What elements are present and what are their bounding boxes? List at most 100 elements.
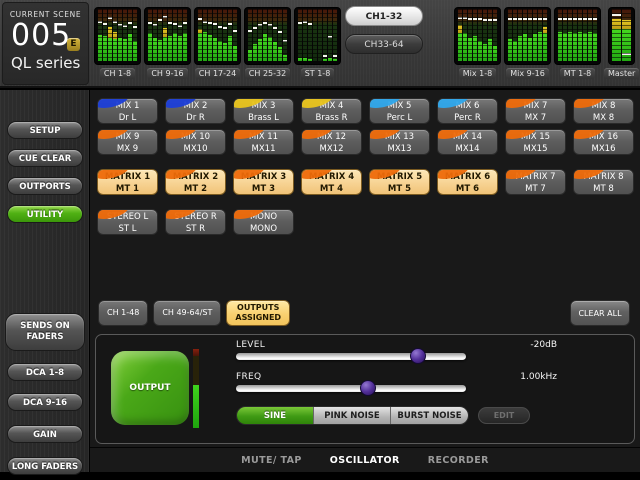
- meter-segment-overlay: [578, 9, 582, 61]
- meter-segment-overlay: [128, 9, 132, 61]
- freq-knob[interactable]: [360, 380, 376, 396]
- assign-button-matrix-7[interactable]: MATRIX 7MT 7: [505, 169, 566, 195]
- assign-button-matrix-2[interactable]: MATRIX 2MT 2: [165, 169, 226, 195]
- bank-button-ch33-64[interactable]: CH33-64: [345, 34, 423, 54]
- meter-group-mix-1-8[interactable]: Mix 1-8: [454, 7, 501, 79]
- assign-button-matrix-8[interactable]: MATRIX 8MT 8: [573, 169, 634, 195]
- assign-button-matrix-5[interactable]: MATRIX 5MT 5: [369, 169, 430, 195]
- meter-group-label: Mix 1-8: [459, 68, 496, 79]
- assign-button-mix-6[interactable]: MIX 6Perc R: [437, 98, 498, 124]
- meter-segment-overlay: [473, 9, 477, 61]
- meter-bar: [588, 9, 592, 61]
- meter-segment-overlay: [508, 9, 512, 61]
- assign-button-mix-1[interactable]: MIX 1Dr L: [97, 98, 158, 124]
- sidebar-item-gain[interactable]: GAIN: [7, 425, 83, 443]
- assign-button-mix-10[interactable]: MIX 10MX10: [165, 129, 226, 155]
- sidebar-item-dca-9-16[interactable]: DCA 9-16: [7, 393, 83, 411]
- tab-mute-tap[interactable]: MUTE/ TAP: [241, 455, 302, 466]
- meter-bar: [298, 9, 302, 61]
- filter-tab-ch-49-64-st[interactable]: CH 49-64/ST: [153, 300, 221, 326]
- assign-button-mix-2[interactable]: MIX 2Dr R: [165, 98, 226, 124]
- meter-group-mt-1-8[interactable]: MT 1-8: [554, 7, 601, 79]
- assign-button-mix-7[interactable]: MIX 7MX 7: [505, 98, 566, 124]
- freq-slider[interactable]: [236, 385, 466, 392]
- meter-bar: [108, 9, 112, 61]
- filter-tab-outputs-assigned[interactable]: OUTPUTSASSIGNED: [226, 300, 290, 326]
- meter-bar: [513, 9, 517, 61]
- assign-button-mono[interactable]: MONOMONO: [233, 209, 294, 235]
- meter-segment-overlay: [323, 9, 327, 61]
- console-model: QL series: [3, 54, 88, 72]
- assign-button-channel: MX15: [506, 143, 565, 155]
- meter-segment-overlay: [218, 9, 222, 61]
- assign-button-channel: MX 8: [574, 112, 633, 124]
- assign-button-mix-11[interactable]: MIX 11MX11: [233, 129, 294, 155]
- assign-button-mix-4[interactable]: MIX 4Brass R: [301, 98, 362, 124]
- meter-group-mix-9-16[interactable]: Mix 9-16: [504, 7, 551, 79]
- input-meter-groups: CH 1-8 CH 9-16 CH 17-24CH 25-32ST 1-8: [94, 7, 341, 79]
- assign-button-channel: MT 6: [438, 183, 497, 195]
- assign-grid-row-1: MIX 1Dr L MIX 2Dr R MIX 3Brass L MIX 4Brass…: [97, 98, 634, 124]
- assign-button-matrix-6[interactable]: MATRIX 6MT 6: [437, 169, 498, 195]
- meter-group-ch-9-16[interactable]: CH 9-16: [144, 7, 191, 79]
- mode-button-pink-noise[interactable]: PINK NOISE: [314, 407, 391, 424]
- assign-button-mix-16[interactable]: MIX 16MX16: [573, 129, 634, 155]
- sidebar-item-cue-clear[interactable]: CUE CLEAR: [7, 149, 83, 167]
- oscillator-output-button[interactable]: OUTPUT: [111, 351, 189, 425]
- edit-button[interactable]: EDIT: [478, 407, 530, 424]
- sidebar-item-outports[interactable]: OUTPORTS: [7, 177, 83, 195]
- meter-screen: [94, 7, 141, 65]
- level-slider[interactable]: [236, 353, 466, 360]
- bank-button-ch1-32[interactable]: CH1-32: [345, 6, 423, 26]
- meter-bar: [568, 9, 572, 61]
- meter-group-ch-17-24[interactable]: CH 17-24: [194, 7, 241, 79]
- assign-button-mix-3[interactable]: MIX 3Brass L: [233, 98, 294, 124]
- meter-group-st-1-8[interactable]: ST 1-8: [294, 7, 341, 79]
- sidebar-item-dca-1-8[interactable]: DCA 1-8: [7, 363, 83, 381]
- assign-button-mix-12[interactable]: MIX 12MX12: [301, 129, 362, 155]
- clear-all-button[interactable]: CLEAR ALL: [570, 300, 630, 326]
- meter-bar: [533, 9, 537, 61]
- assign-button-mix-14[interactable]: MIX 14MX14: [437, 129, 498, 155]
- mode-button-sine[interactable]: SINE: [237, 407, 314, 424]
- assign-button-matrix-3[interactable]: MATRIX 3MT 3: [233, 169, 294, 195]
- meter-segment-overlay: [558, 9, 562, 61]
- sidebar-item-setup[interactable]: SETUP: [7, 121, 83, 139]
- filter-tab-ch-1-48[interactable]: CH 1-48: [98, 300, 148, 326]
- meter-bar: [508, 9, 512, 61]
- assign-button-mix-8[interactable]: MIX 8MX 8: [573, 98, 634, 124]
- meter-bar: [148, 9, 152, 61]
- app-root: CURRENT SCENE 005 E QL series CH 1-8CH 9…: [0, 0, 640, 480]
- assign-button-stereo-r[interactable]: STEREO RST R: [165, 209, 226, 235]
- assign-button-channel: ST L: [98, 223, 157, 235]
- assign-button-mix-9[interactable]: MIX 9MX 9: [97, 129, 158, 155]
- meter-bar: [278, 9, 282, 61]
- assign-button-mix-13[interactable]: MIX 13MX13: [369, 129, 430, 155]
- meter-group-ch-1-8[interactable]: CH 1-8: [94, 7, 141, 79]
- meter-segment-overlay: [313, 9, 317, 61]
- assign-button-mix-5[interactable]: MIX 5Perc L: [369, 98, 430, 124]
- meter-segment-overlay: [108, 9, 112, 61]
- sidebar-item-utility[interactable]: UTILITY: [7, 205, 83, 223]
- assign-button-matrix-4[interactable]: MATRIX 4MT 4: [301, 169, 362, 195]
- level-knob[interactable]: [410, 348, 426, 364]
- meter-group-ch-25-32[interactable]: CH 25-32: [244, 7, 291, 79]
- meter-segment-overlay: [228, 9, 232, 61]
- meter-bar: [308, 9, 312, 61]
- assign-button-stereo-l[interactable]: STEREO LST L: [97, 209, 158, 235]
- mode-button-burst-noise[interactable]: BURST NOISE: [391, 407, 468, 424]
- tab-oscillator[interactable]: OSCILLATOR: [330, 455, 400, 466]
- sidebar-item-long-faders[interactable]: LONG FADERS: [7, 457, 83, 475]
- sends-on-faders-button[interactable]: SENDS ON FADERS: [5, 313, 85, 351]
- meter-segment-overlay: [513, 9, 517, 61]
- assign-button-mix-15[interactable]: MIX 15MX15: [505, 129, 566, 155]
- meter-group-label: CH 9-16: [147, 68, 187, 79]
- meter-group-master[interactable]: Master: [604, 7, 639, 79]
- meter-segment-overlay: [583, 9, 587, 61]
- meter-bar: [153, 9, 157, 61]
- tab-recorder[interactable]: RECORDER: [428, 455, 489, 466]
- meter-bar: [223, 9, 227, 61]
- meter-segment-overlay: [178, 9, 182, 61]
- meter-segment-overlay: [568, 9, 572, 61]
- assign-button-matrix-1[interactable]: MATRIX 1MT 1: [97, 169, 158, 195]
